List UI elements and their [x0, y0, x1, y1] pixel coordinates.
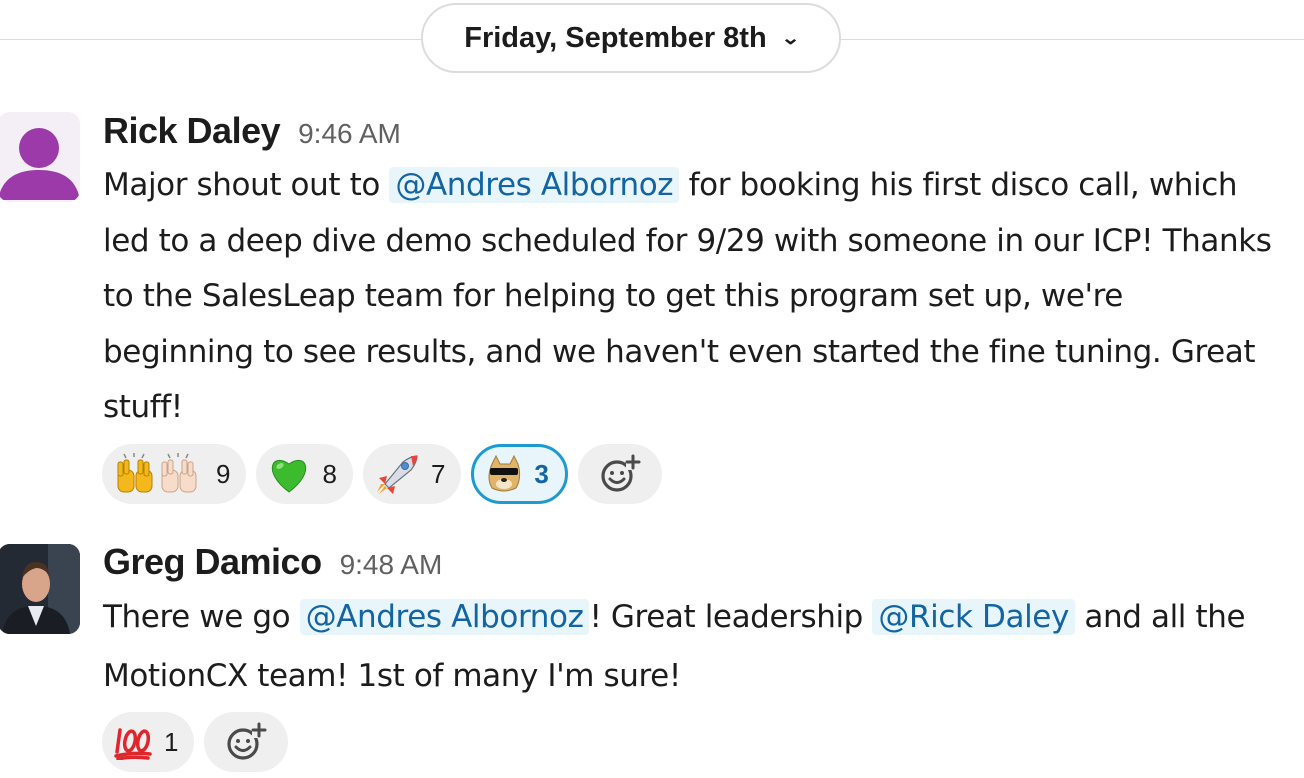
default-person-avatar-icon: [0, 128, 80, 200]
message-timestamp[interactable]: 9:46 AM: [298, 118, 401, 149]
profile-photo-avatar-icon: [0, 544, 80, 634]
date-divider-button[interactable]: Friday, September 8th ⌄: [421, 3, 841, 73]
reaction-count: 3: [534, 458, 549, 489]
reaction-hundred[interactable]: 1: [102, 712, 195, 772]
avatar[interactable]: [0, 544, 80, 634]
green-heart-emoji: [268, 454, 310, 494]
message-text: ! Great leadership: [589, 599, 873, 635]
reaction-rocket[interactable]: 7: [362, 444, 462, 504]
reaction-bar: 1: [102, 712, 289, 772]
date-divider-label: Friday, September 8th: [464, 21, 767, 54]
hundred-points-emoji: [114, 724, 152, 760]
add-reaction-button[interactable]: [204, 712, 289, 772]
reaction-doge-selected[interactable]: 3: [471, 444, 568, 504]
add-reaction-icon: [601, 454, 642, 492]
add-reaction-button[interactable]: [577, 444, 662, 504]
reaction-bar: 9 8 7 3: [102, 444, 662, 504]
message-header: Rick Daley 9:46 AM: [103, 110, 401, 152]
reaction-count: 1: [164, 726, 179, 757]
user-mention[interactable]: @Andres Albornoz: [299, 599, 590, 635]
message-body: There we go @Andres Albornoz! Great lead…: [103, 588, 1293, 706]
add-reaction-icon: [227, 722, 269, 760]
message-text: for booking his first disco call, which …: [103, 167, 1272, 425]
reaction-count: 9: [216, 458, 231, 489]
reaction-raising-hands[interactable]: 9: [102, 444, 247, 504]
chevron-down-icon: ⌄: [780, 27, 801, 48]
avatar[interactable]: [0, 112, 80, 202]
rocket-emoji: [375, 454, 419, 494]
raising-hands-emoji: [114, 452, 204, 496]
user-mention[interactable]: @Rick Daley: [872, 599, 1075, 635]
user-mention[interactable]: @Andres Albornoz: [389, 167, 680, 203]
message-timestamp[interactable]: 9:48 AM: [340, 549, 443, 580]
message-text: Major shout out to: [103, 167, 390, 203]
author-name[interactable]: Rick Daley: [103, 110, 281, 151]
author-name[interactable]: Greg Damico: [103, 541, 322, 582]
message-header: Greg Damico 9:48 AM: [103, 541, 442, 583]
reaction-count: 7: [430, 458, 446, 489]
message-body: Major shout out to @Andres Albornoz for …: [103, 158, 1273, 436]
reaction-count: 8: [322, 458, 337, 489]
message-pane: Friday, September 8th ⌄ Rick Daley 9:46 A…: [0, 0, 1304, 778]
doge-sunglasses-emoji: [486, 454, 522, 494]
message-text: There we go: [103, 599, 300, 635]
reaction-green-heart[interactable]: 8: [256, 444, 353, 504]
